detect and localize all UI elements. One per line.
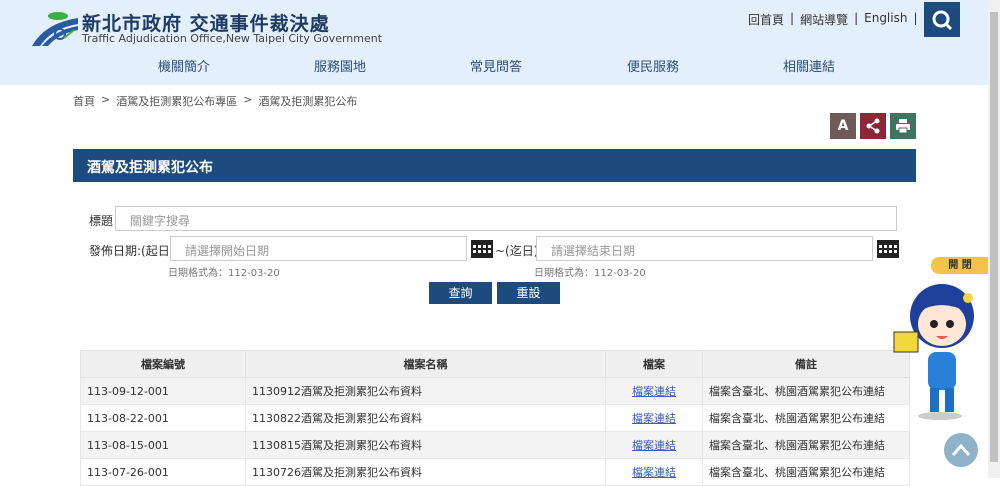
cell-id: 113-07-26-001 [80,458,246,486]
search-button[interactable] [924,2,960,37]
search-icon [932,10,953,30]
cell-id: 113-08-15-001 [80,431,246,459]
cell-name: 1130912酒駕及拒測累犯公布資料 [245,377,606,405]
file-link[interactable]: 檔案連結 [632,439,676,452]
cell-name: 1130726酒駕及拒測累犯公布資料 [245,458,606,486]
home-link[interactable]: 回首頁 [748,11,784,28]
back-to-top-button[interactable] [944,433,978,467]
top-links: 回首頁 | 網站導覽 | English | [748,11,918,28]
english-link[interactable]: English [864,11,907,28]
mascot-toggle-button[interactable]: 開 閉 [931,257,989,274]
font-size-button[interactable]: A [830,113,856,139]
print-icon [896,119,910,134]
table-row: 113-07-26-001 1130726酒駕及拒測累犯公布資料 檔案連結 檔案含臺北… [80,458,910,486]
nav-services[interactable]: 服務園地 [314,56,366,75]
start-date-input[interactable]: 請選擇開始日期 [170,236,467,261]
share-icon [866,118,880,134]
chevron-up-icon [951,443,971,456]
file-link[interactable]: 檔案連結 [632,385,676,398]
col-id: 檔案編號 [80,350,246,378]
cell-note: 檔案含臺北、桃園酒駕累犯公布連結 [702,431,910,459]
start-date-hint: 日期格式為：112-03-20 [168,268,280,279]
file-link[interactable]: 檔案連結 [632,466,676,479]
reset-button[interactable]: 重設 [497,282,560,304]
breadcrumb-current: 酒駕及拒測累犯公布 [258,95,358,108]
cell-id: 113-08-22-001 [80,404,246,432]
col-name: 檔案名稱 [245,350,606,378]
share-button[interactable] [860,113,886,139]
cell-note: 檔案含臺北、桃園酒駕累犯公布連結 [702,377,910,405]
table-row: 113-08-22-001 1130822酒駕及拒測累犯公布資料 檔案連結 檔案含臺北… [80,404,910,432]
search-submit-button[interactable]: 查詢 [429,282,492,304]
end-calendar-icon[interactable] [876,237,900,259]
end-date-input[interactable]: 請選擇結束日期 [536,236,873,261]
nav-about[interactable]: 機關簡介 [158,56,210,75]
cell-id: 113-09-12-001 [80,377,246,405]
site-header: 新北市政府 交通事件裁決處 Traffic Adjudication Offic… [0,0,988,85]
title-label: 標題 [89,214,114,228]
nav-public-services[interactable]: 便民服務 [627,56,679,75]
file-link[interactable]: 檔案連結 [632,412,676,425]
end-date-label: ~(迄日) [495,244,539,258]
page-scrollbar[interactable] [988,0,1000,478]
col-file: 檔案 [605,350,703,378]
start-calendar-icon[interactable] [470,237,494,259]
table-row: 113-09-12-001 1130912酒駕及拒測累犯公布資料 檔案連結 檔案含臺北… [80,377,910,405]
table-header: 檔案編號 檔案名稱 檔案 備註 [80,350,910,378]
cell-name: 1130815酒駕及拒測累犯公布資料 [245,431,606,459]
breadcrumb-home[interactable]: 首頁 [73,93,95,109]
breadcrumb-section[interactable]: 酒駕及拒測累犯公布專區 [116,93,237,109]
nav-links[interactable]: 相關連結 [783,56,835,75]
sitemap-link[interactable]: 網站導覽 [800,11,848,28]
site-subtitle: Traffic Adjudication Office,New Taipei C… [82,32,383,45]
cell-name: 1130822酒駕及拒測累犯公布資料 [245,404,606,432]
results-table: 檔案編號 檔案名稱 檔案 備註 113-09-12-001 1130912酒駕及拒… [80,350,910,486]
cell-note: 檔案含臺北、桃園酒駕累犯公布連結 [702,404,910,432]
site-logo[interactable] [30,8,80,48]
start-date-label: 發佈日期:(起日) [89,244,175,258]
breadcrumb: 首頁 > 酒駕及拒測累犯公布專區 > 酒駕及拒測累犯公布 [73,93,358,109]
nav-faq[interactable]: 常見問答 [470,56,522,75]
cell-note: 檔案含臺北、桃園酒駕累犯公布連結 [702,458,910,486]
page-tools: A [830,113,916,139]
print-button[interactable] [890,113,916,139]
col-note: 備註 [702,350,910,378]
title-search-input[interactable]: 關鍵字搜尋 [115,206,897,231]
table-row: 113-08-15-001 1130815酒駕及拒測累犯公布資料 檔案連結 檔案含臺北… [80,431,910,459]
scrollbar-thumb[interactable] [990,12,998,462]
end-date-hint: 日期格式為：112-03-20 [534,268,646,279]
mascot-image[interactable] [890,276,980,421]
section-title: 酒駕及拒測累犯公布 [73,149,916,182]
